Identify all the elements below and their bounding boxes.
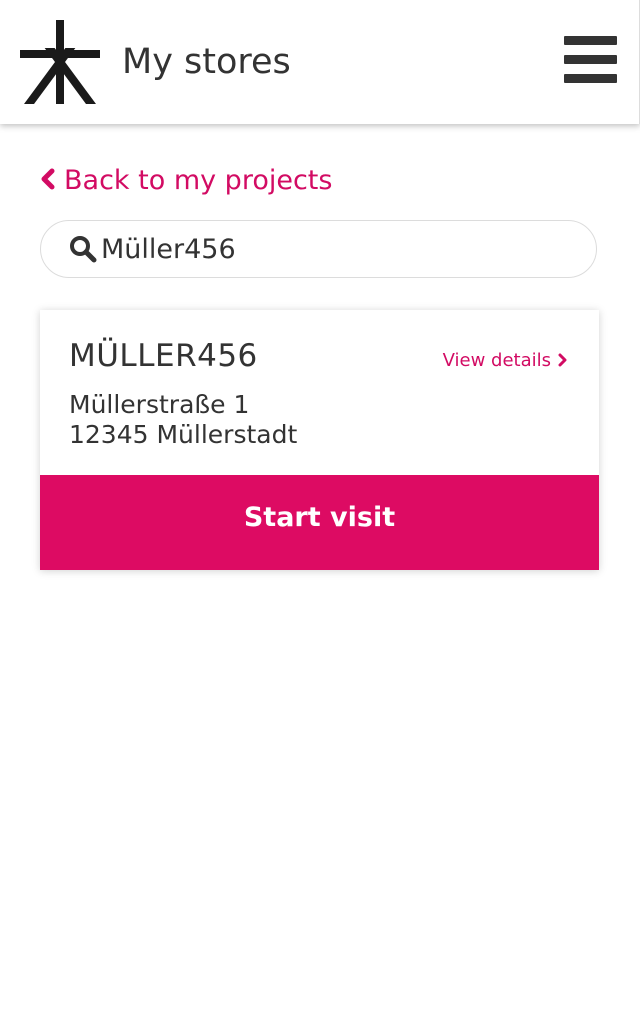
search-box[interactable]	[40, 220, 597, 278]
store-address: Müllerstraße 1 12345 Müllerstadt	[69, 390, 297, 450]
page-title: My stores	[122, 42, 291, 82]
view-details-label: View details	[442, 350, 551, 371]
back-link-label: Back to my projects	[64, 165, 333, 196]
hamburger-menu-icon[interactable]	[564, 36, 617, 84]
view-details-link[interactable]: View details	[443, 348, 567, 374]
store-card: MÜLLER456 View details Müllerstraße 1 12…	[40, 310, 599, 570]
chevron-left-icon	[41, 168, 55, 190]
store-name: MÜLLER456	[69, 338, 258, 374]
brand-logo-icon	[20, 20, 100, 104]
address-city: 12345 Müllerstadt	[69, 420, 298, 449]
chevron-right-icon	[558, 353, 567, 367]
start-visit-button[interactable]: Start visit	[40, 475, 599, 570]
address-street: Müllerstraße 1	[69, 390, 250, 419]
search-input[interactable]	[101, 227, 581, 271]
back-to-projects-link[interactable]: Back to my projects	[38, 162, 332, 200]
search-icon	[70, 236, 97, 263]
app-header: My stores	[0, 0, 640, 124]
